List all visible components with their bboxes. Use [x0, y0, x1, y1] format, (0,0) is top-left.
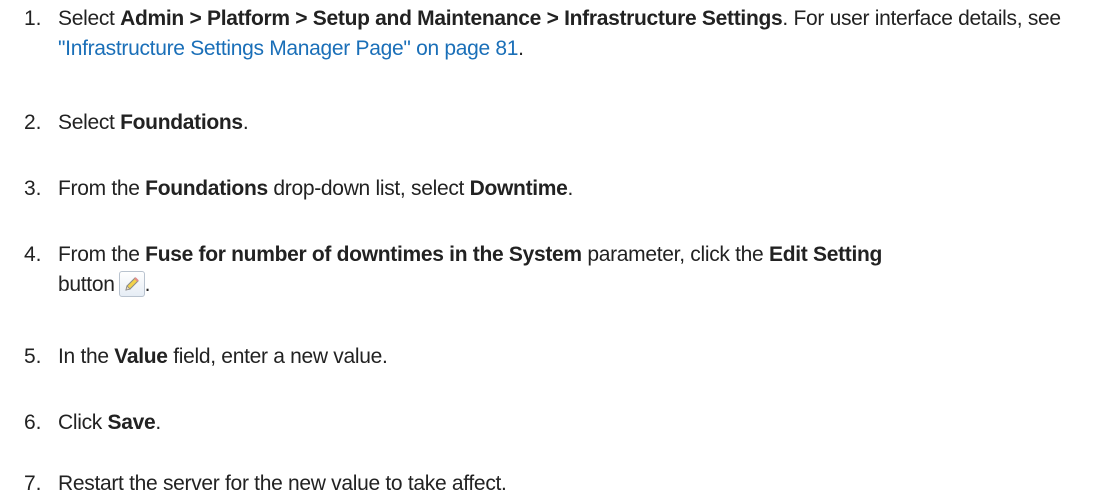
step-text: In the Value field, enter a new value. — [58, 342, 1099, 372]
step-text: Select Foundations. — [58, 108, 1099, 138]
step-verb: From the — [58, 243, 140, 266]
step-number: 7. — [24, 472, 42, 495]
step-text: From the Foundations drop-down list, sel… — [58, 174, 1099, 204]
edit-setting-label: Edit Setting — [768, 243, 883, 266]
value-field-name: Value — [114, 345, 168, 368]
menu-path: Admin > Platform > Setup and Maintenance… — [120, 7, 783, 30]
step-end: . — [567, 177, 574, 200]
step-detail: . For user interface details, see — [782, 7, 1061, 30]
step-3: 3. From the Foundations drop-down list, … — [24, 174, 1099, 204]
step-text: Select Admin > Platform > Setup and Main… — [58, 4, 1099, 64]
step-number: 2. — [24, 111, 42, 134]
step-verb: In the — [58, 345, 109, 368]
step-verb: Select — [58, 111, 115, 134]
step-detail: parameter, click the — [587, 243, 764, 266]
save-item: Save — [107, 411, 156, 434]
step-2: 2. Select Foundations. — [24, 108, 1099, 138]
step-detail: drop-down list, select — [273, 177, 465, 200]
step-end: . — [242, 111, 249, 134]
step-6: 6. Click Save. — [24, 408, 1099, 438]
step-number: 1. — [24, 7, 42, 30]
step-text: Click Save. — [58, 408, 1099, 438]
step-number: 3. — [24, 177, 42, 200]
step-4: 4. From the Fuse for number of downtimes… — [24, 240, 1099, 300]
parameter-name: Fuse for number of downtimes in the Syst… — [145, 243, 582, 266]
downtime-item: Downtime — [469, 177, 568, 200]
step-5: 5. In the Value field, enter a new value… — [24, 342, 1099, 372]
step-text: From the Fuse for number of downtimes in… — [58, 240, 1099, 300]
step-1: 1. Select Admin > Platform > Setup and M… — [24, 4, 1099, 64]
step-text: Restart the server for the new value to … — [58, 472, 507, 495]
foundations-item: Foundations — [120, 111, 243, 134]
pencil-icon — [124, 277, 139, 291]
button-word: button — [58, 273, 115, 296]
step-end: . — [144, 273, 151, 296]
step-end: . — [518, 37, 524, 60]
step-verb: Click — [58, 411, 102, 434]
step-verb: From the — [58, 177, 140, 200]
step-number: 5. — [24, 345, 42, 368]
page-reference-link[interactable]: "Infrastructure Settings Manager Page" o… — [58, 37, 518, 60]
step-number: 4. — [24, 243, 42, 266]
edit-setting-button[interactable] — [118, 271, 145, 297]
step-end: . — [155, 411, 161, 434]
foundations-list-name: Foundations — [145, 177, 268, 200]
step-detail: field, enter a new value. — [173, 345, 388, 368]
step-number: 6. — [24, 411, 42, 434]
step-7: 7. Restart the server for the new value … — [24, 469, 1099, 499]
step-verb: Select — [58, 7, 115, 30]
